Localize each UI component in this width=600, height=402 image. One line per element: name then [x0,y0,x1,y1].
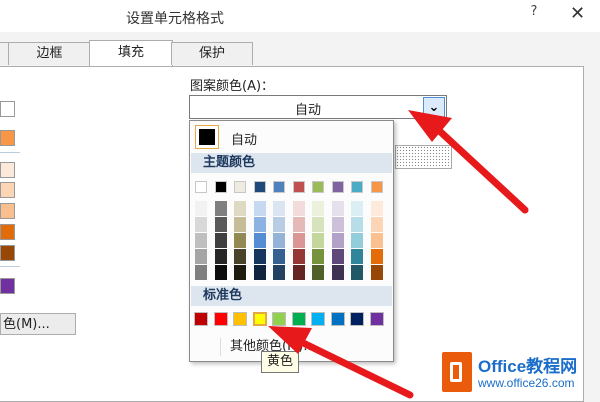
arrow-to-dropdown [408,110,529,214]
annotation-arrows [268,110,529,399]
watermark: Office教程网 www.office26.com [440,350,600,400]
arrow-to-yellow [268,326,414,399]
watermark-name: Office教程网 [478,357,578,376]
office-logo-icon [442,352,472,392]
watermark-url: www.office26.com [478,376,575,390]
